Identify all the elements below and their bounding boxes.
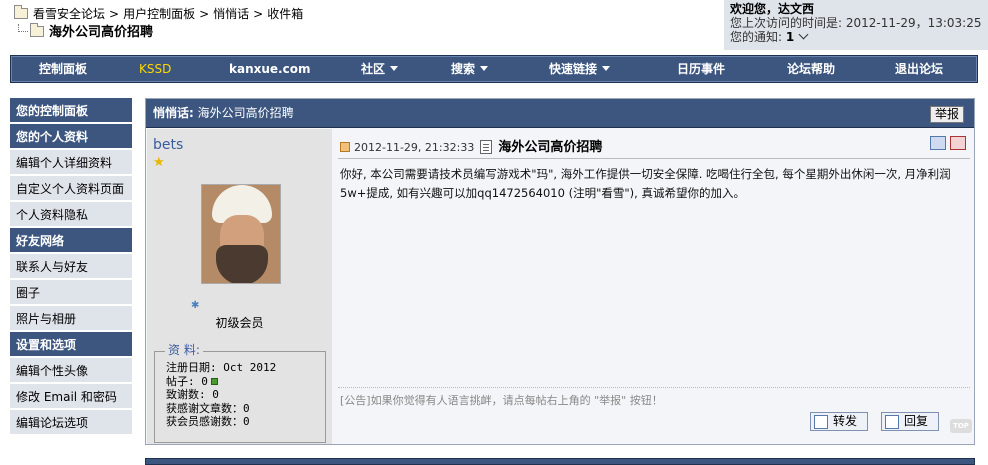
welcome-greeting: 欢迎您，达文西 <box>730 2 815 16</box>
sidebar-item-forum-options[interactable]: 编辑论坛选项 <box>10 410 132 436</box>
message-body: 你好, 本公司需要请技术员编写游戏术"玛", 海外工作提供一切安全保障. 吃喝住… <box>340 165 970 203</box>
caret-down-icon <box>390 66 399 71</box>
post-count: 帖子: 0 <box>166 375 325 389</box>
current-page-title: 海外公司高价招聘 <box>49 25 154 40</box>
sidebar-item-albums[interactable]: 照片与相册 <box>10 306 132 332</box>
nav-help[interactable]: 论坛帮助 <box>787 56 835 82</box>
nav-quick-links[interactable]: 快速链接 <box>549 56 611 82</box>
next-section-bar <box>145 458 975 465</box>
online-status-icon <box>210 377 218 385</box>
main-navbar: 控制面板 KSSD kanxue.com 社区 搜索 快速链接 日历事件 论坛帮… <box>10 55 978 83</box>
nav-kssd[interactable]: KSSD <box>139 56 171 82</box>
author-panel: bets ★ ✱ 初级会员 资 料: 注册日期: Oct 2012 帖子: 0 … <box>147 129 332 444</box>
nav-control-panel[interactable]: 控制面板 <box>39 56 87 82</box>
last-visit-text: 您上次访问的时间是: 2012-11-29，13:03:25 <box>730 16 982 30</box>
thanks-count: 致谢数: 0 <box>166 388 219 401</box>
forward-button[interactable]: 转发 <box>810 412 869 431</box>
welcome-panel: 欢迎您，达文西 您上次访问的时间是: 2012-11-29，13:03:25 您… <box>724 0 988 50</box>
sidebar-item-edit-profile[interactable]: 编辑个人详细资料 <box>10 150 132 176</box>
chevron-down-icon[interactable] <box>798 29 809 40</box>
top-header: 看雪安全论坛 > 用户控制面板 > 悄悄话 > 收件箱 海外公司高价招聘 欢迎您，达文西 您… <box>0 0 988 52</box>
divider <box>338 158 970 159</box>
report-button[interactable]: 举报 <box>929 106 964 123</box>
reg-date: 注册日期: Oct 2012 <box>166 361 277 374</box>
star-icon: ★ <box>153 155 165 170</box>
divider <box>338 387 970 388</box>
info-legend: 资 料: <box>165 343 203 358</box>
folder-open-icon <box>30 23 44 37</box>
message-title: 海外公司高价招聘 <box>498 140 603 155</box>
thanked-articles: 获感谢文章数：0 <box>166 401 250 415</box>
back-to-top-icon[interactable]: TOP <box>950 419 972 433</box>
notifications-count: 1 <box>785 30 795 44</box>
reply-button[interactable]: 回复 <box>881 412 940 431</box>
nav-kanxue[interactable]: kanxue.com <box>229 56 310 82</box>
breadcrumb-forum[interactable]: 看雪安全论坛 <box>33 7 105 21</box>
sidebar: 您的控制面板 您的个人资料 编辑个人详细资料 自定义个人资料页面 个人资料隐私 … <box>10 98 132 465</box>
author-info: 资 料: 注册日期: Oct 2012 帖子: 0 致谢数: 0 获感谢文章数：… <box>154 343 326 443</box>
sidebar-header-friends: 好友网络 <box>10 228 132 254</box>
author-rank: 初级会员 <box>215 316 264 330</box>
message-header: 悄悄话: 海外公司高价招聘 举报 <box>146 99 974 128</box>
breadcrumb-separator: > <box>253 7 264 21</box>
notifications-label: 您的通知: <box>730 30 783 44</box>
sidebar-item-contacts[interactable]: 联系人与好友 <box>10 254 132 280</box>
sidebar-header-personal: 您的个人资料 <box>10 124 132 150</box>
tree-line-icon <box>18 24 28 32</box>
add-contact-icon[interactable] <box>930 135 946 150</box>
rank-star-icon: ✱ <box>191 300 200 311</box>
sidebar-item-customize-profile[interactable]: 自定义个人资料页面 <box>10 176 132 202</box>
nav-search-label: 搜索 <box>451 62 476 76</box>
breadcrumb-separator: > <box>199 7 210 21</box>
message-meta: 2012-11-29, 21:32:33 海外公司高价招聘 <box>340 136 602 155</box>
nav-calendar[interactable]: 日历事件 <box>677 56 725 82</box>
sidebar-item-groups[interactable]: 圈子 <box>10 280 132 306</box>
nav-quick-links-label: 快速链接 <box>549 62 598 76</box>
message-content: 2012-11-29, 21:32:33 海外公司高价招聘 你好, 本公司需要请技… <box>334 129 974 444</box>
sidebar-item-email-password[interactable]: 修改 Email 和密码 <box>10 384 132 410</box>
breadcrumb-pm[interactable]: 悄悄话 <box>213 7 249 21</box>
breadcrumb-current: 海外公司高价招聘 <box>18 23 154 41</box>
sidebar-item-privacy[interactable]: 个人资料隐私 <box>10 202 132 228</box>
post-count-text: 帖子: 0 <box>166 374 208 388</box>
folder-icon <box>14 5 28 19</box>
nav-community[interactable]: 社区 <box>361 56 399 82</box>
breadcrumb-inbox[interactable]: 收件箱 <box>267 7 303 21</box>
message-body-line: 你好, 本公司需要请技术员编写游戏术"玛", 海外工作提供一切安全保障. 吃喝住… <box>340 167 951 181</box>
breadcrumb: 看雪安全论坛 > 用户控制面板 > 悄悄话 > 收件箱 海外公司高价招聘 <box>14 5 303 40</box>
nav-logout[interactable]: 退出论坛 <box>895 56 943 82</box>
post-icon <box>340 142 350 152</box>
message-timestamp: 2012-11-29, 21:32:33 <box>354 141 475 154</box>
thanked-by: 获会员感谢数：0 <box>166 415 250 428</box>
delete-message-icon[interactable] <box>950 135 966 150</box>
breadcrumb-separator: > <box>109 7 120 21</box>
breadcrumb-user-cp[interactable]: 用户控制面板 <box>123 7 195 21</box>
message-body-line: 5w+提成, 如有兴趣可以加qq1472564010 (注明"看雪"), 真诚希… <box>340 186 745 200</box>
nav-search[interactable]: 搜索 <box>451 56 489 82</box>
caret-down-icon <box>602 66 611 71</box>
sidebar-header-settings: 设置和选项 <box>10 332 132 358</box>
private-message: 悄悄话: 海外公司高价招聘 举报 bets ★ ✱ 初级会员 资 料: 注册日期… <box>145 98 975 445</box>
avatar <box>201 184 281 284</box>
report-notice: [公告]如果你觉得有人语言挑衅，请点每帖右上角的 "举报" 按钮！ <box>340 394 663 407</box>
message-header-label: 悄悄话: <box>153 106 194 120</box>
message-actions <box>926 135 966 150</box>
sidebar-item-avatar[interactable]: 编辑个性头像 <box>10 358 132 384</box>
nav-community-label: 社区 <box>361 62 386 76</box>
notifications[interactable]: 您的通知: 1 <box>730 29 988 44</box>
avatar-beard <box>216 245 268 283</box>
caret-down-icon <box>480 66 489 71</box>
author-name[interactable]: bets <box>153 137 183 153</box>
message-header-title: 海外公司高价招聘 <box>197 106 294 120</box>
sidebar-control-panel[interactable]: 您的控制面板 <box>10 98 132 124</box>
document-icon <box>480 140 493 154</box>
